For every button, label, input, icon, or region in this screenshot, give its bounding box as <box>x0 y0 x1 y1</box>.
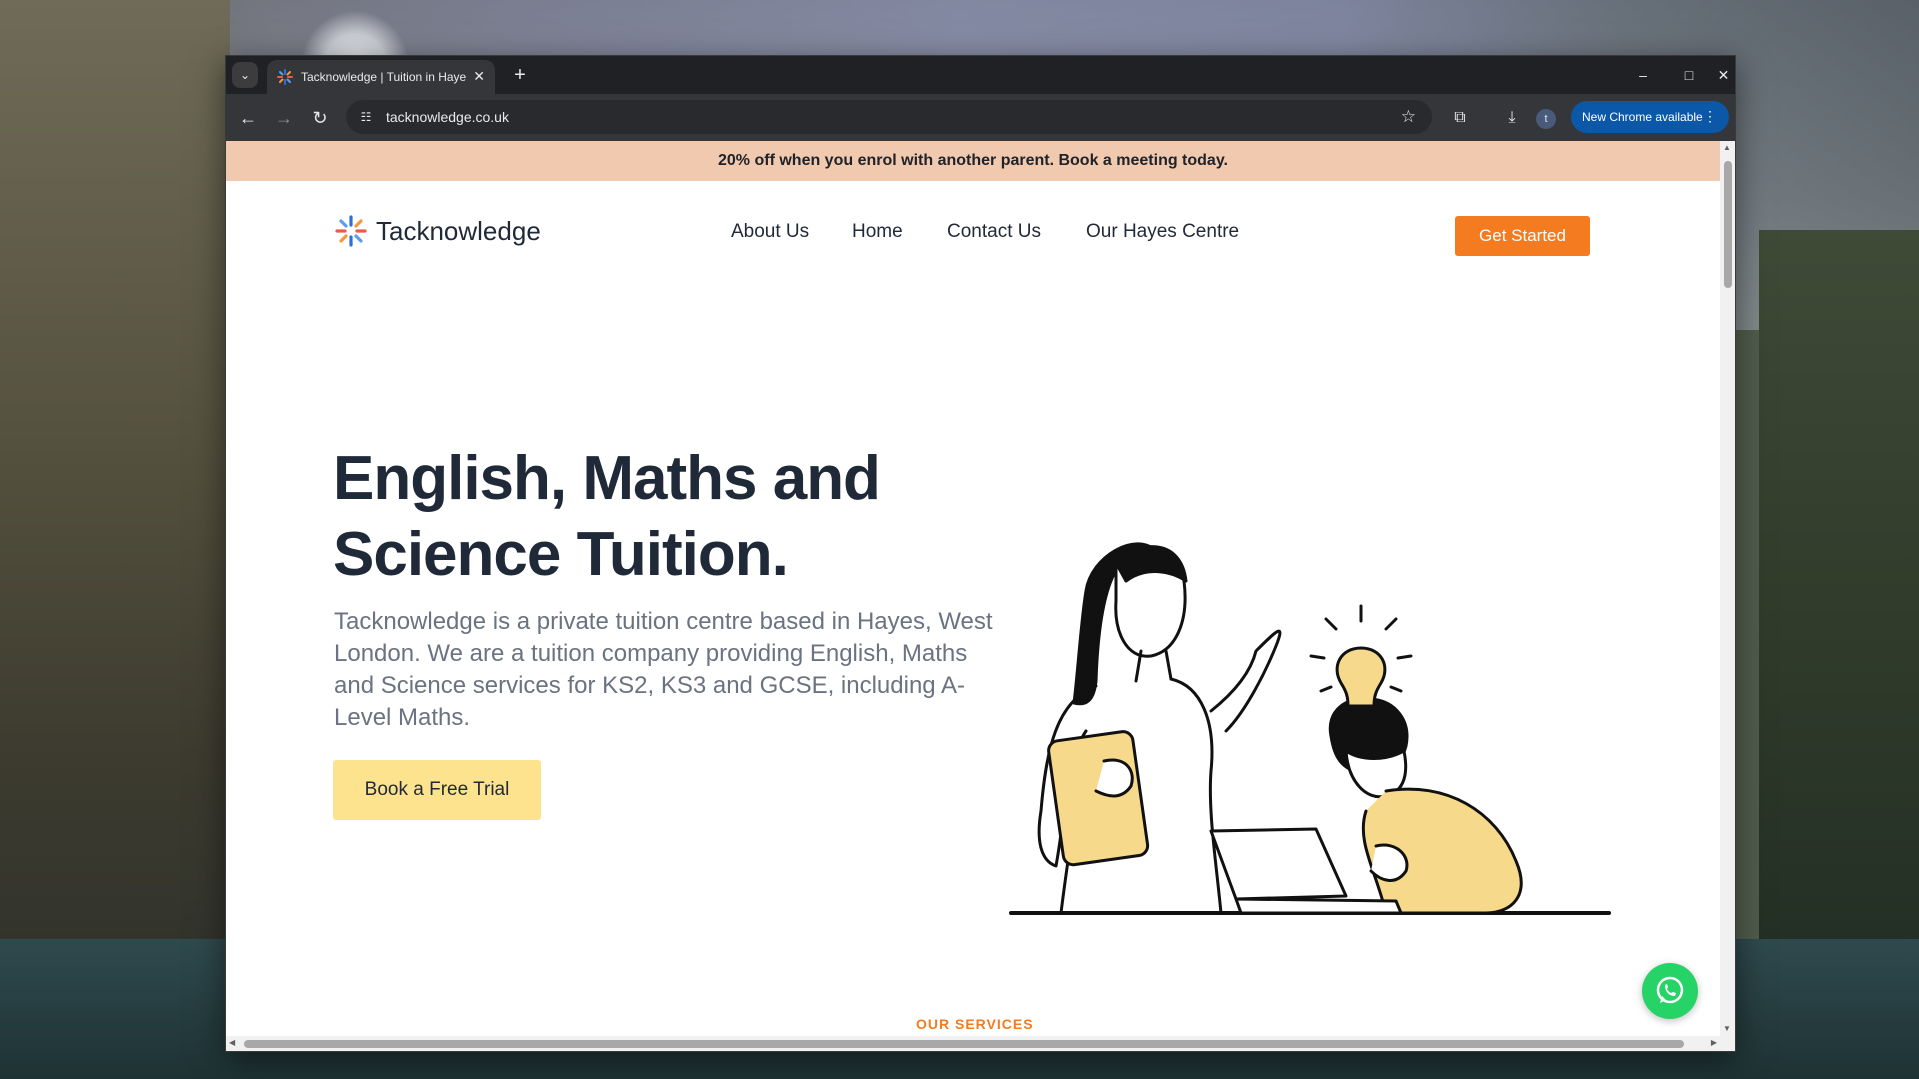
hero-description: Tacknowledge is a private tuition centre… <box>334 608 993 731</box>
hero-title: English, Maths and Science Tuition. <box>333 441 973 593</box>
vertical-scrollbar[interactable]: ▲ ▼ <box>1720 141 1735 1051</box>
active-tab[interactable]: Tacknowledge | Tuition in Hayes ✕ <box>267 60 495 94</box>
site-info-icon[interactable]: ☷ <box>356 107 376 127</box>
whatsapp-chat-button[interactable] <box>1642 963 1698 1019</box>
get-started-button[interactable]: Get Started <box>1455 216 1590 256</box>
back-button[interactable]: ← <box>234 104 262 132</box>
site-logo[interactable]: Tacknowledge <box>335 215 541 247</box>
scroll-left-icon[interactable]: ◀ <box>229 1038 235 1047</box>
chevron-down-icon: ⌄ <box>239 68 251 82</box>
forward-button[interactable]: → <box>270 104 298 132</box>
brand-name: Tacknowledge <box>376 215 541 246</box>
profile-avatar[interactable]: t <box>1536 109 1556 129</box>
close-window-button[interactable]: ✕ <box>1712 56 1735 94</box>
promo-banner[interactable]: 20% off when you enrol with another pare… <box>226 141 1720 181</box>
tab-search-button[interactable]: ⌄ <box>232 62 258 88</box>
tacknowledge-logo-icon <box>335 215 367 247</box>
services-section-label: OUR SERVICES <box>916 1016 1034 1032</box>
horizontal-scroll-thumb[interactable] <box>244 1040 1684 1048</box>
tab-title: Tacknowledge | Tuition in Hayes <box>301 70 466 84</box>
update-label: New Chrome available <box>1582 110 1703 124</box>
download-icon[interactable]: ⤓ <box>1498 104 1526 132</box>
address-bar[interactable]: ☷ tacknowledge.co.uk ☆ <box>346 100 1432 134</box>
arrow-right-icon: → <box>275 107 293 128</box>
close-icon[interactable]: ✕ <box>473 68 485 85</box>
reload-icon: ↻ <box>312 107 328 128</box>
nav-our-hayes-centre[interactable]: Our Hayes Centre <box>1086 221 1239 243</box>
page-viewport: 20% off when you enrol with another pare… <box>226 141 1735 1051</box>
bookmark-star-icon[interactable]: ☆ <box>1401 107 1416 127</box>
scroll-up-icon[interactable]: ▲ <box>1723 143 1731 152</box>
minimize-button[interactable]: – <box>1620 56 1666 94</box>
book-free-trial-button[interactable]: Book a Free Trial <box>333 760 541 820</box>
reload-button[interactable]: ↻ <box>306 104 334 132</box>
vertical-scroll-thumb[interactable] <box>1724 161 1732 288</box>
scroll-down-icon[interactable]: ▼ <box>1723 1024 1731 1033</box>
whatsapp-icon <box>1656 976 1684 1004</box>
scroll-right-icon[interactable]: ▶ <box>1711 1038 1717 1047</box>
url-text: tacknowledge.co.uk <box>386 109 509 125</box>
nav-contact-us[interactable]: Contact Us <box>947 221 1041 243</box>
horizontal-scrollbar[interactable]: ◀ ▶ <box>226 1036 1720 1051</box>
more-menu-icon[interactable]: ⋮ <box>1703 108 1717 125</box>
arrow-left-icon: ← <box>239 107 257 128</box>
tacknowledge-favicon-icon <box>277 69 293 85</box>
nav-about-us[interactable]: About Us <box>731 221 809 243</box>
hero-title-line-2: Science Tuition. <box>333 520 789 589</box>
extensions-icon[interactable]: ⧉ <box>1446 104 1474 132</box>
maximize-button[interactable]: □ <box>1666 56 1712 94</box>
title-bar: ⌄ Tacknowledge | Tuition in Hayes ✕ + – … <box>226 56 1735 94</box>
nav-home[interactable]: Home <box>852 221 903 243</box>
hero-title-line-1: English, Maths and <box>333 444 881 513</box>
new-tab-button[interactable]: + <box>507 62 533 88</box>
browser-window: ⌄ Tacknowledge | Tuition in Hayes ✕ + – … <box>225 55 1736 1052</box>
chrome-update-button[interactable]: New Chrome available ⋮ <box>1571 101 1729 133</box>
hero-illustration <box>1009 542 1611 915</box>
browser-toolbar: ← → ↻ ☷ tacknowledge.co.uk ☆ ⧉ ⤓ t New C… <box>226 94 1735 141</box>
